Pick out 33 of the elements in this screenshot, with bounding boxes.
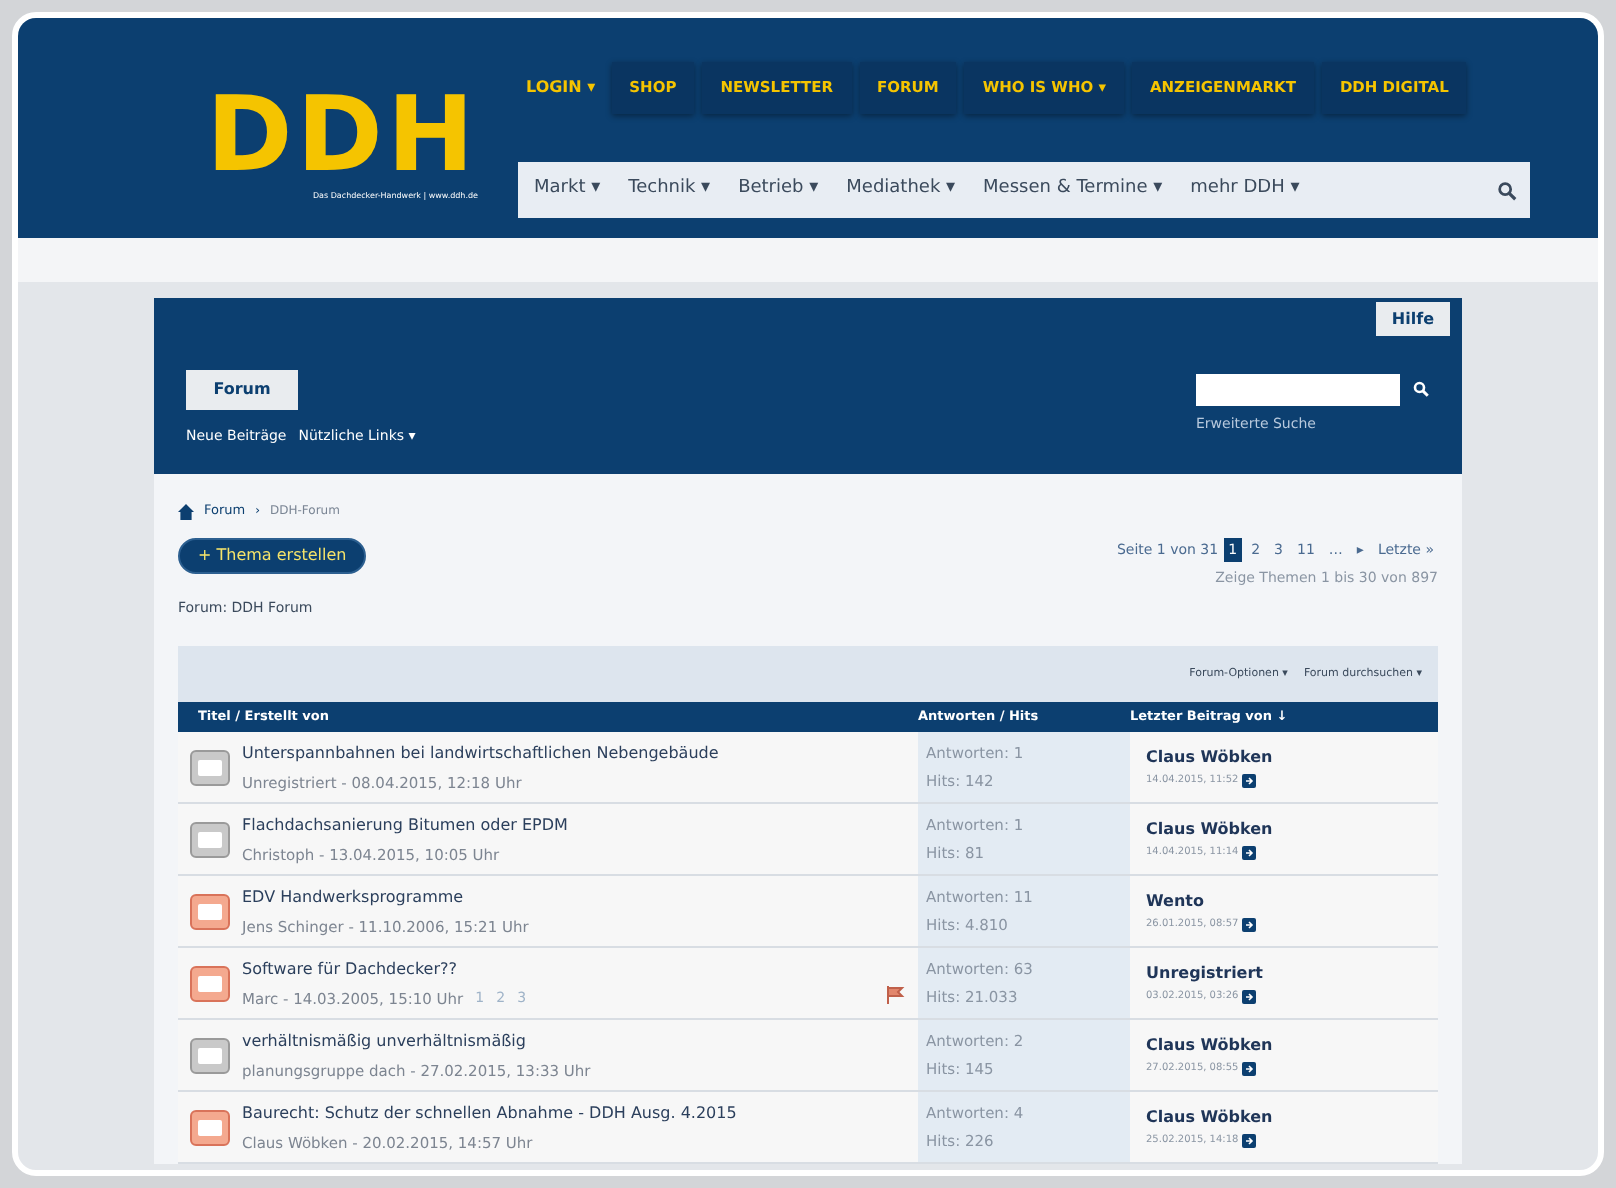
thread-title[interactable]: Flachdachsanierung Bitumen oder EPDM [242,813,918,838]
main-nav-link[interactable]: mehr DDH ▾ [1190,176,1300,204]
search-icon[interactable] [1496,179,1518,201]
thread-title[interactable]: EDV Handwerksprogramme [242,885,918,910]
last-post-user[interactable]: Unregistriert [1146,962,1263,986]
go-to-post-icon[interactable] [1242,990,1257,1005]
thread-title[interactable]: Unterspannbahnen bei landwirtschaftlichen Nebengebäude [242,741,918,766]
main-nav-link[interactable]: Mediathek ▾ [846,176,956,204]
thread-title[interactable]: Baurecht: Schutz der schnellen Abnahme - DDH Ausg. 4.2015 [242,1101,918,1126]
last-post-user[interactable]: Claus Wöbken [1146,1106,1273,1130]
main-nav-link[interactable]: Technik ▾ [628,176,711,204]
go-to-post-icon[interactable] [1242,774,1257,789]
last-post-user[interactable]: Claus Wöbken [1146,1034,1273,1058]
forum-tab[interactable]: Forum [186,369,298,409]
thread-title[interactable]: verhältnismäßig unverhältnismäßig [242,1029,918,1054]
login-link[interactable]: LOGIN ▾ [518,76,604,100]
help-button[interactable]: Hilfe [1375,302,1450,336]
main-nav-link[interactable]: Messen & Termine ▾ [983,176,1163,204]
search-icon[interactable] [1412,380,1430,398]
last-post-user[interactable]: Claus Wöbken [1146,818,1273,842]
go-to-post-icon[interactable] [1242,918,1257,933]
last-post-user[interactable]: Wento [1146,890,1257,914]
logo[interactable]: DDH [206,86,478,186]
last-post-user[interactable]: Claus Wöbken [1146,746,1273,770]
search-field[interactable] [1196,373,1400,405]
go-to-post-icon[interactable] [1242,1062,1257,1077]
main-nav-link[interactable]: Betrieb ▾ [738,176,819,204]
new-thread-button[interactable]: + Thema erstellen [178,537,367,574]
go-to-post-icon[interactable] [1242,1134,1257,1149]
home-icon[interactable] [178,503,194,520]
thread-title[interactable]: Software für Dachdecker?? [242,957,874,982]
main-nav-link[interactable]: Markt ▾ [534,176,601,204]
go-to-post-icon[interactable] [1242,846,1257,861]
